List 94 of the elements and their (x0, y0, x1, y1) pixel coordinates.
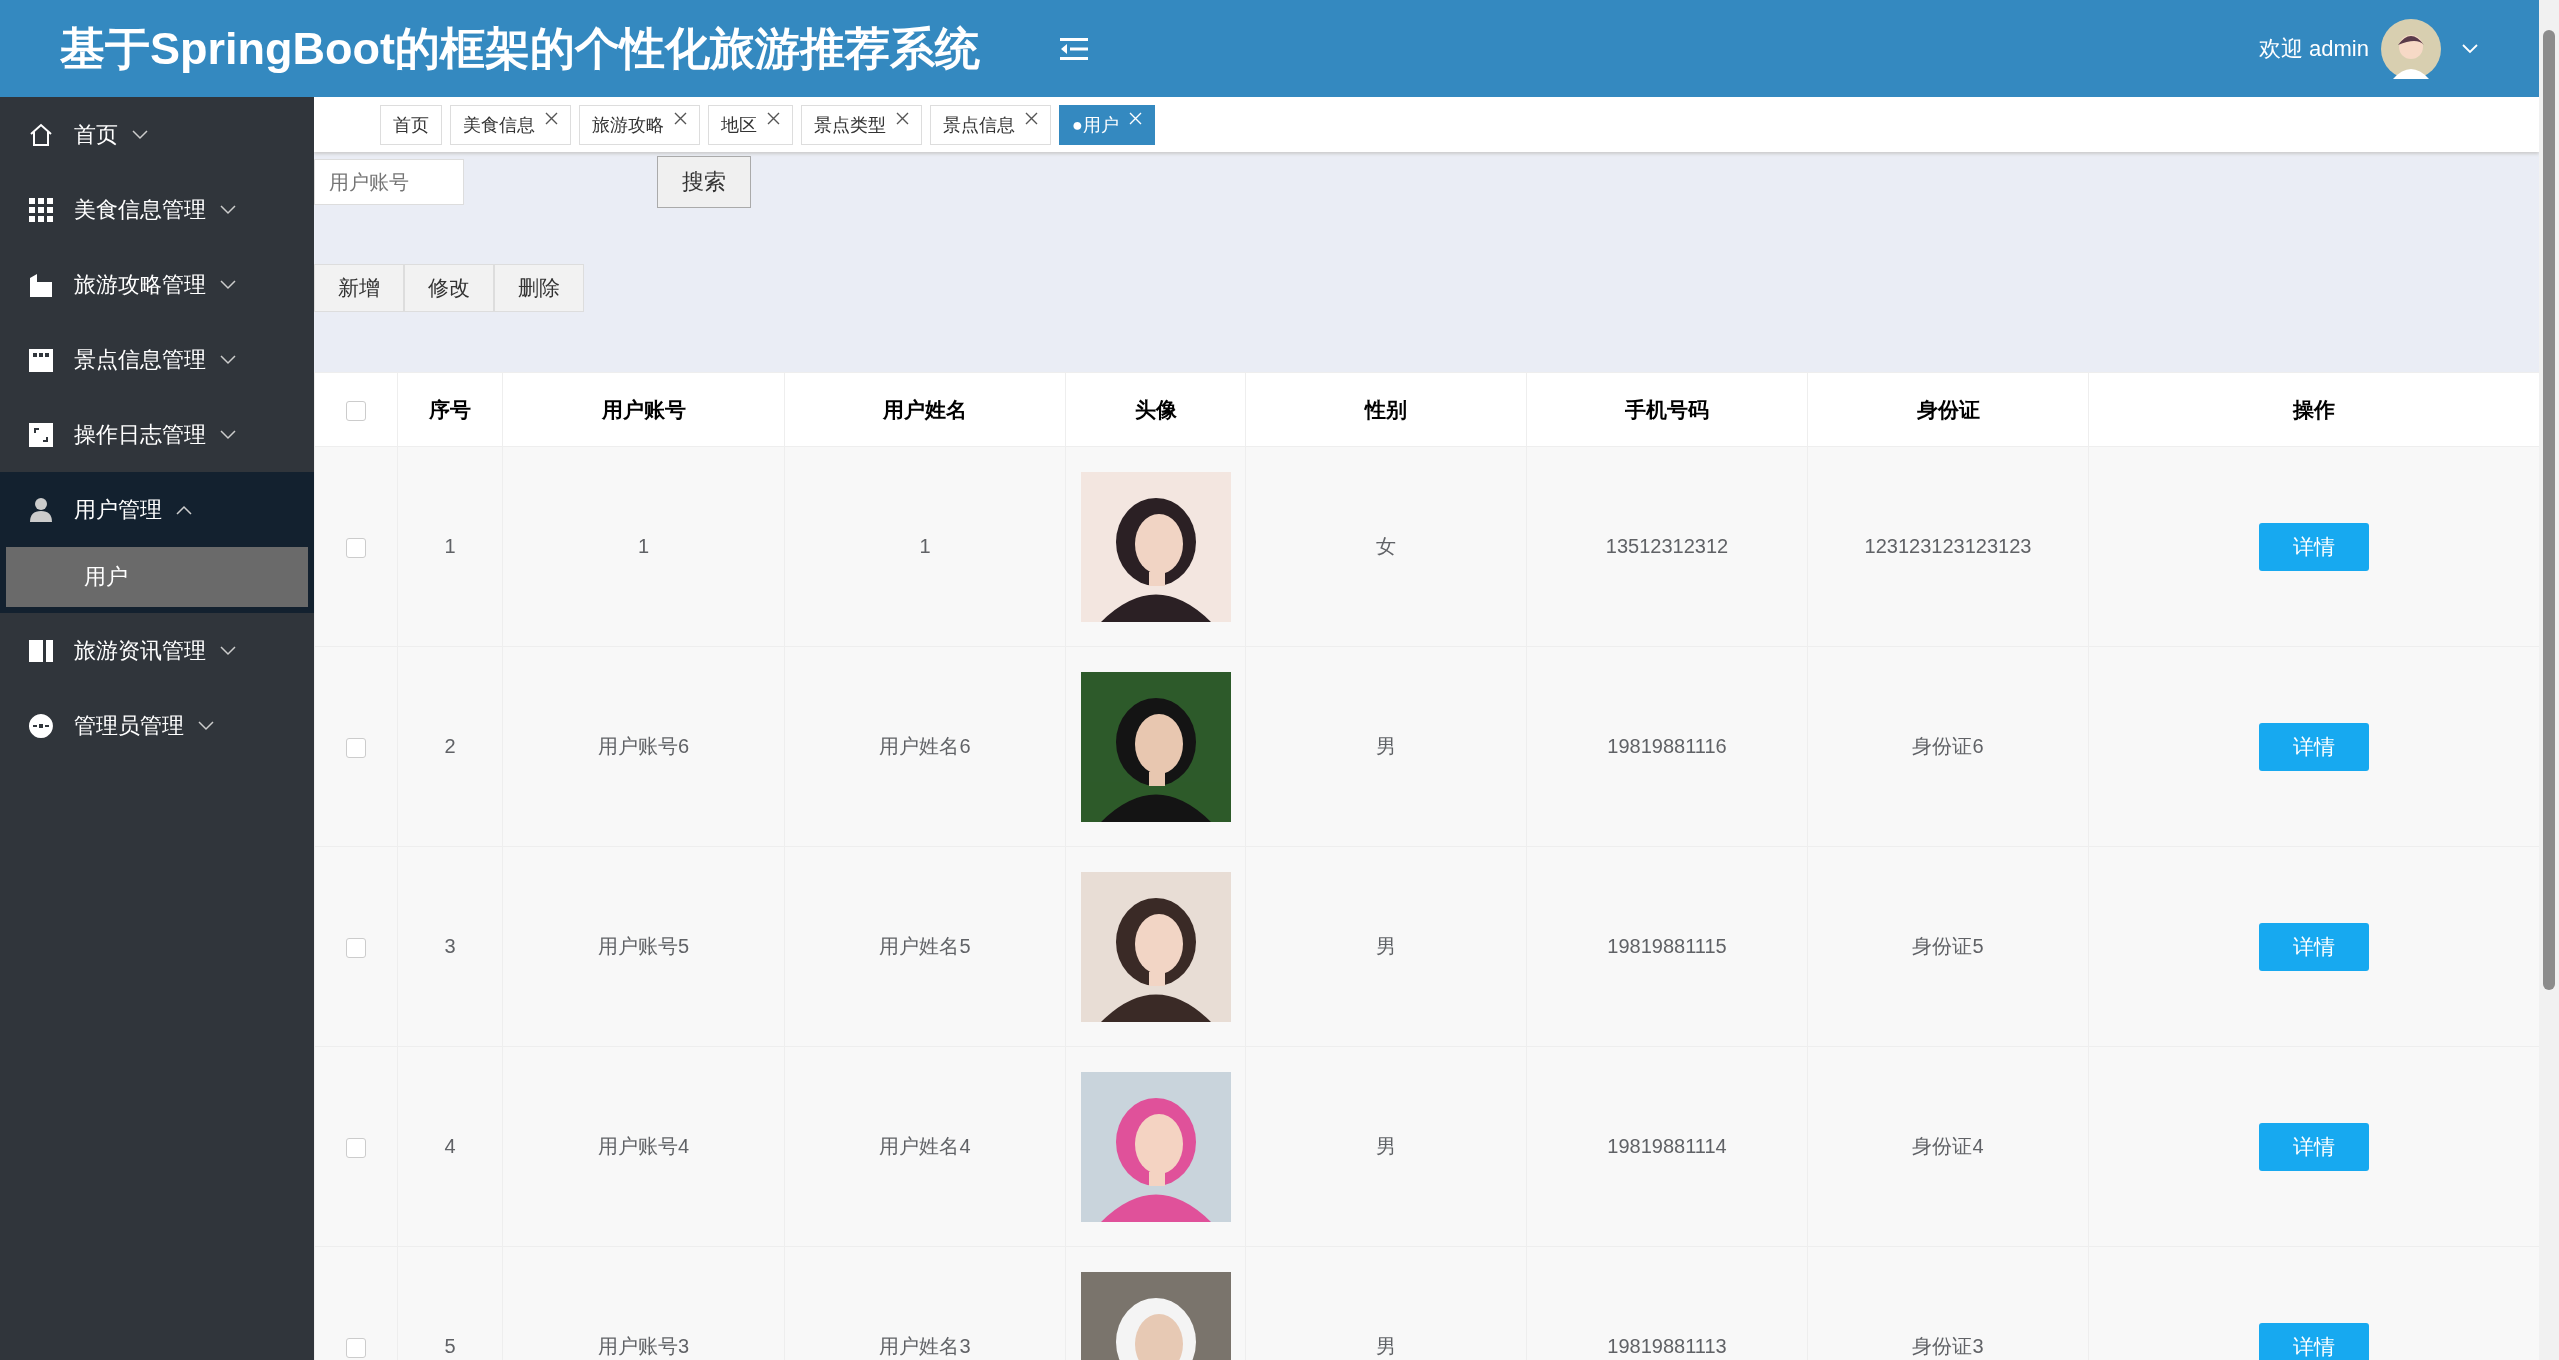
scrollbar-thumb[interactable] (2543, 30, 2555, 990)
table-cell: 13512312312 (1526, 446, 1808, 647)
chevron-icon (220, 204, 236, 215)
column-header: 身份证 (1807, 372, 2089, 447)
checkbox[interactable] (346, 1137, 366, 1158)
tab[interactable]: 旅游攻略 (579, 104, 700, 145)
chat-dots-icon (28, 712, 54, 739)
table-cell: 女 (1245, 446, 1527, 647)
table-cell: 1 (784, 446, 1066, 647)
welcome-text: 欢迎 admin (2258, 34, 2369, 63)
scrollbar[interactable] (2539, 0, 2559, 1360)
checkbox[interactable] (346, 400, 366, 421)
menu-label: 旅游资讯管理 (74, 636, 206, 665)
close-icon[interactable] (1025, 111, 1038, 125)
close-icon[interactable] (896, 111, 909, 125)
column-header: 操作 (2088, 372, 2539, 447)
close-icon[interactable] (767, 111, 780, 125)
close-icon[interactable] (545, 111, 558, 125)
chevron-icon (176, 504, 192, 515)
column-header: 序号 (397, 372, 503, 447)
menu-label: 操作日志管理 (74, 420, 206, 449)
column-header: 性别 (1245, 372, 1527, 447)
action-button[interactable]: 修改 (404, 264, 494, 312)
table-cell: 身份证4 (1807, 1046, 2089, 1247)
checkbox[interactable] (346, 537, 366, 558)
tab[interactable]: 景点信息 (930, 104, 1051, 145)
table-cell: 3 (397, 846, 503, 1047)
menu-label: 用户管理 (74, 495, 162, 524)
menu-item[interactable]: 操作日志管理 (0, 397, 314, 472)
chevron-icon (220, 354, 236, 365)
tab[interactable]: 景点类型 (801, 104, 922, 145)
home-icon (28, 121, 54, 148)
book-icon (28, 637, 54, 664)
menu-label: 景点信息管理 (74, 345, 206, 374)
table-cell: 1 (502, 446, 785, 647)
menu-item[interactable]: 管理员管理 (0, 688, 314, 763)
checkbox[interactable] (346, 937, 366, 958)
grid-icon (28, 196, 54, 223)
tab[interactable]: 地区 (708, 104, 793, 145)
table-cell: 4 (397, 1046, 503, 1247)
tab[interactable]: 首页 (380, 104, 442, 145)
table-cell: 用户账号6 (502, 646, 785, 847)
menu-item[interactable]: 旅游资讯管理 (0, 613, 314, 688)
close-icon[interactable] (674, 111, 687, 125)
store-icon (28, 346, 54, 373)
tab[interactable]: ●用户 (1059, 104, 1155, 145)
tab[interactable]: 美食信息 (450, 104, 571, 145)
menu-label: 美食信息管理 (74, 195, 206, 224)
menu-label: 首页 (74, 120, 118, 149)
table-cell: 2 (397, 646, 503, 847)
table-cell: 男 (1245, 646, 1527, 847)
column-header: 用户姓名 (784, 372, 1066, 447)
chevron-icon (220, 645, 236, 656)
caret-icon[interactable] (2461, 42, 2479, 55)
column-header: 头像 (1065, 372, 1246, 447)
chevron-icon (132, 129, 148, 140)
user-icon (28, 496, 54, 523)
action-button[interactable]: 新增 (314, 264, 404, 312)
building-icon (28, 271, 54, 298)
menu-icon[interactable] (1059, 36, 1088, 61)
menu-item[interactable]: 首页 (0, 97, 314, 172)
search-field[interactable]: 用户账号 (314, 159, 464, 205)
table-cell: 用户姓名6 (784, 646, 1066, 847)
table-cell: 身份证5 (1807, 846, 2089, 1047)
table-cell: 19819881116 (1526, 646, 1808, 847)
menu-label: 管理员管理 (74, 711, 184, 740)
table-cell: 1 (397, 446, 503, 647)
chevron-icon (198, 720, 214, 731)
table-cell: 身份证6 (1807, 646, 2089, 847)
table-cell: 男 (1245, 846, 1527, 1047)
chevron-icon (220, 429, 236, 440)
checkbox[interactable] (346, 737, 366, 758)
table-cell: 用户姓名5 (784, 846, 1066, 1047)
column-header: 用户账号 (502, 372, 785, 447)
submenu-item[interactable]: 用户 (6, 547, 308, 607)
table-cell: 用户姓名4 (784, 1046, 1066, 1247)
menu-item[interactable]: 美食信息管理 (0, 172, 314, 247)
table-cell: 用户账号5 (502, 846, 785, 1047)
table-cell: 19819881115 (1526, 846, 1808, 1047)
search-button[interactable]: 搜索 (657, 156, 751, 208)
checkbox[interactable] (346, 1337, 366, 1358)
chevron-icon (220, 279, 236, 290)
table-cell: 男 (1245, 1046, 1527, 1247)
menu-label: 旅游攻略管理 (74, 270, 206, 299)
frame-icon (28, 421, 54, 448)
menu-item[interactable]: 旅游攻略管理 (0, 247, 314, 322)
column-header: 手机号码 (1526, 372, 1808, 447)
table-cell: 用户账号4 (502, 1046, 785, 1247)
avatar-icon[interactable] (2381, 18, 2441, 79)
table-cell: 123123123123123 (1807, 446, 2089, 647)
menu-item[interactable]: 景点信息管理 (0, 322, 314, 397)
table-cell: 19819881114 (1526, 1046, 1808, 1247)
action-button[interactable]: 删除 (494, 264, 584, 312)
app-title: 基于SpringBoot的框架的个性化旅游推荐系统 (60, 21, 980, 76)
